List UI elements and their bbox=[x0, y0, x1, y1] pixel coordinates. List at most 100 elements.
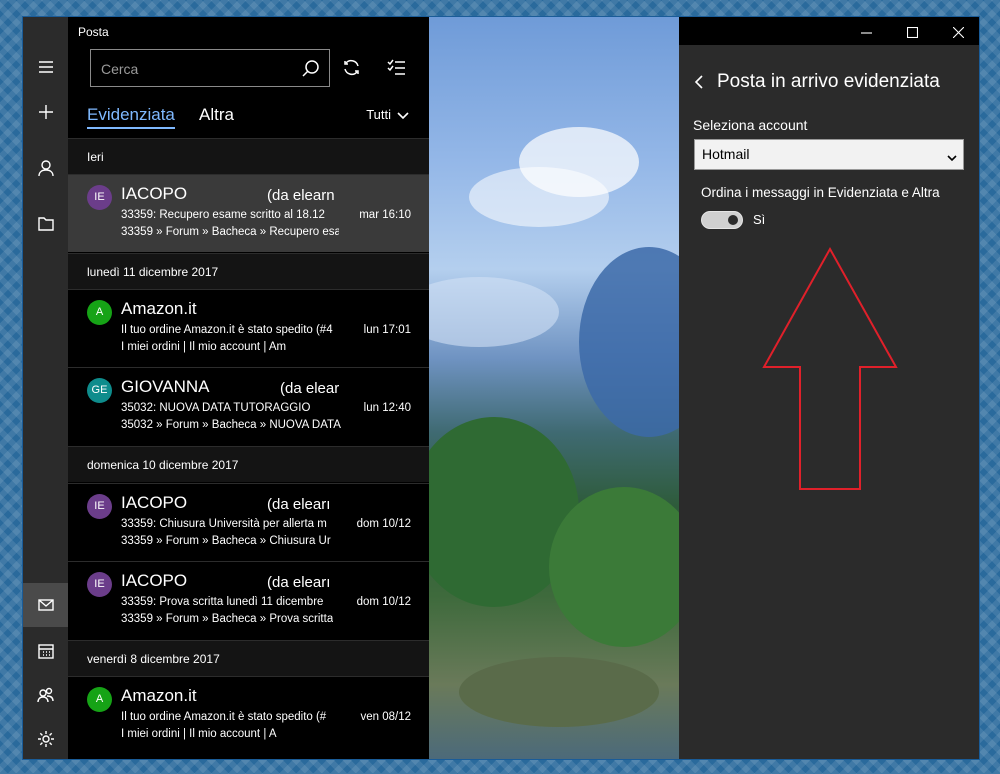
focused-inbox-settings-panel: Posta in arrivo evidenziata Seleziona ac… bbox=[679, 45, 979, 759]
settings-button[interactable] bbox=[23, 717, 68, 759]
account-select-value: Hotmail bbox=[702, 146, 750, 162]
focused-inbox-toggle[interactable] bbox=[701, 211, 743, 229]
close-button[interactable] bbox=[935, 17, 979, 47]
mail-app-button[interactable] bbox=[23, 583, 68, 627]
message-item[interactable]: GE GIOVANNA (da elear 35032: NUOVA DATA … bbox=[68, 367, 429, 445]
search-button[interactable] bbox=[301, 59, 320, 83]
calendar-app-button[interactable] bbox=[23, 629, 68, 673]
filter-label: Tutti bbox=[366, 107, 391, 122]
dropdown-arrow bbox=[947, 150, 957, 166]
folder-icon bbox=[37, 217, 54, 231]
message-item[interactable]: IE IACOPO (da elearı 33359: Prova scritt… bbox=[68, 561, 429, 639]
message-sender: IACOPO bbox=[121, 571, 188, 590]
message-sender: Amazon.it bbox=[121, 686, 197, 705]
tab-other[interactable]: Altra bbox=[199, 105, 234, 125]
cloud-shape bbox=[519, 127, 639, 197]
message-sender: GIOVANNA bbox=[121, 377, 210, 396]
person-icon bbox=[37, 160, 54, 177]
calendar-icon bbox=[37, 644, 54, 659]
message-subject: Il tuo ordine Amazon.it è stato spedito … bbox=[121, 324, 333, 336]
tab-focused[interactable]: Evidenziata bbox=[87, 105, 175, 129]
avatar: IE bbox=[87, 494, 112, 519]
filter-dropdown[interactable]: Tutti bbox=[366, 107, 409, 122]
tree-canopy bbox=[579, 247, 679, 437]
chevron-down-icon bbox=[397, 111, 409, 119]
message-item[interactable]: A Amazon.it Il tuo ordine Amazon.it è st… bbox=[68, 676, 429, 754]
message-item[interactable]: A Amazon.it Il tuo ordine Amazon.it è st… bbox=[68, 289, 429, 367]
avatar: A bbox=[87, 687, 112, 712]
message-from-note: (da elear bbox=[280, 380, 340, 397]
message-date: lun 12:40 bbox=[363, 402, 411, 414]
message-subject: 33359: Chiusura Università per allerta m bbox=[121, 518, 327, 530]
message-sender: IACOPO bbox=[121, 184, 188, 203]
date-group-header: lunedì 11 dicembre 2017 bbox=[68, 253, 429, 289]
sort-focused-label: Ordina i messaggi in Evidenziata e Altra bbox=[701, 185, 940, 200]
gear-icon bbox=[37, 731, 54, 747]
sync-button[interactable] bbox=[342, 58, 366, 82]
rocks-shape bbox=[459, 657, 659, 727]
plus-icon bbox=[38, 105, 53, 119]
minimize-button[interactable] bbox=[843, 17, 889, 47]
message-preview: 33359 » Forum » Bacheca » Chiusura Ur bbox=[121, 535, 331, 547]
message-date: ven 08/12 bbox=[360, 711, 411, 723]
envelope-icon bbox=[37, 599, 54, 611]
avatar: IE bbox=[87, 185, 112, 210]
avatar: IE bbox=[87, 572, 112, 597]
avatar: GE bbox=[87, 378, 112, 403]
maximize-icon bbox=[906, 26, 918, 38]
message-subject: Il tuo ordine Amazon.it è stato spedito … bbox=[121, 711, 327, 723]
nav-rail bbox=[23, 17, 68, 759]
annotation-arrow-shape bbox=[762, 246, 898, 490]
message-preview: 33359 » Forum » Bacheca » Prova scritta bbox=[121, 613, 333, 625]
message-sender: IACOPO bbox=[121, 493, 188, 512]
message-subject: 35032: NUOVA DATA TUTORAGGIO bbox=[121, 402, 311, 414]
message-list-pane: Posta Cerca Evidenziata Altra Tutti Ieri… bbox=[68, 17, 429, 759]
message-item[interactable]: IE IACOPO (da elearn 33359: Recupero esa… bbox=[68, 174, 429, 252]
message-sender: Amazon.it bbox=[121, 299, 197, 318]
annotation-arrow bbox=[762, 246, 898, 490]
message-preview: I miei ordini | Il mio account | Am bbox=[121, 341, 287, 353]
back-button[interactable] bbox=[693, 75, 705, 94]
toggle-state-label: Sì bbox=[753, 212, 766, 227]
new-mail-button[interactable] bbox=[23, 90, 68, 134]
date-group-header: venerdì 8 dicembre 2017 bbox=[68, 640, 429, 676]
selection-mode-button[interactable] bbox=[387, 58, 411, 82]
message-item[interactable]: IE IACOPO (da elearı 33359: Chiusura Uni… bbox=[68, 483, 429, 561]
hamburger-icon bbox=[38, 61, 53, 73]
message-from-note: (da elearı bbox=[267, 574, 331, 591]
panel-title: Posta in arrivo evidenziata bbox=[717, 71, 940, 92]
message-date: dom 10/12 bbox=[356, 596, 411, 608]
maximize-button[interactable] bbox=[889, 17, 935, 47]
close-icon bbox=[952, 26, 964, 38]
search-box[interactable]: Cerca bbox=[90, 49, 330, 87]
message-preview: 35032 » Forum » Bacheca » NUOVA DATA bbox=[121, 419, 341, 431]
chevron-down-icon bbox=[947, 155, 957, 162]
message-from-note: (da elearı bbox=[267, 496, 331, 513]
mail-window: Posta Cerca Evidenziata Altra Tutti Ieri… bbox=[22, 16, 980, 760]
message-date: mar 16:10 bbox=[359, 209, 411, 221]
search-icon bbox=[302, 60, 319, 77]
people-app-button[interactable] bbox=[23, 673, 68, 717]
account-select[interactable]: Hotmail bbox=[694, 139, 964, 170]
chevron-left-icon bbox=[694, 75, 703, 89]
toggle-knob bbox=[728, 215, 738, 225]
background-artwork bbox=[429, 17, 679, 759]
message-preview: I miei ordini | Il mio account | A bbox=[121, 728, 277, 740]
message-from-note: (da elearn bbox=[267, 187, 335, 204]
accounts-button[interactable] bbox=[23, 146, 68, 190]
people-icon bbox=[36, 687, 54, 703]
message-subject: 33359: Prova scritta lunedì 11 dicembre bbox=[121, 596, 324, 608]
avatar: A bbox=[87, 300, 112, 325]
message-subject: 33359: Recupero esame scritto al 18.12 bbox=[121, 209, 325, 221]
date-group-header: Ieri bbox=[68, 138, 429, 174]
hamburger-menu-button[interactable] bbox=[23, 45, 68, 89]
account-label: Seleziona account bbox=[693, 117, 808, 133]
multi-select-icon bbox=[387, 59, 405, 75]
date-group-header: domenica 10 dicembre 2017 bbox=[68, 446, 429, 482]
search-placeholder: Cerca bbox=[101, 61, 139, 77]
sync-icon bbox=[344, 59, 359, 76]
message-preview: 33359 » Forum » Bacheca » Recupero esa bbox=[121, 226, 339, 238]
folders-button[interactable] bbox=[23, 202, 68, 246]
app-title: Posta bbox=[78, 25, 109, 39]
cloud-shape bbox=[429, 277, 559, 347]
